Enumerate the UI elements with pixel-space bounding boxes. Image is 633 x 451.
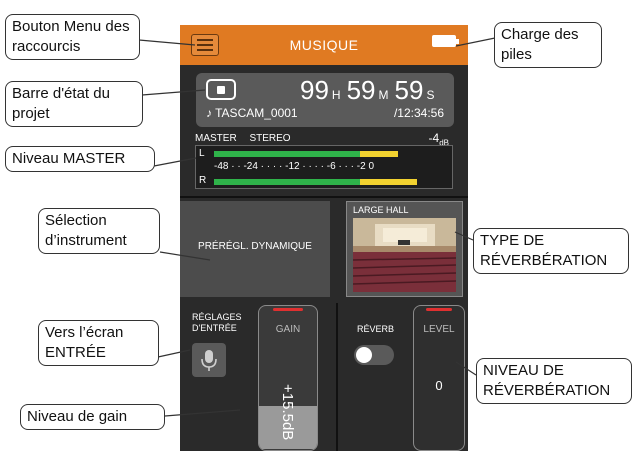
master-level-value: -4 — [428, 131, 440, 145]
reverb-type-button[interactable]: LARGE HALL — [346, 201, 463, 297]
meter-scale: -48 · · -24 · · · · -12 · · · · -6 · · ·… — [214, 161, 375, 172]
channel-l-label: L — [199, 148, 205, 159]
callout-master-level: Niveau MASTER — [5, 146, 155, 172]
project-name: ♪ TASCAM_0001 — [206, 106, 298, 120]
concert-hall-image — [353, 218, 456, 292]
callout-input-screen: Vers l’écran ENTRÉE — [38, 320, 159, 366]
callout-menu-button: Bouton Menu des raccourcis — [5, 14, 140, 60]
meter-segment — [214, 179, 361, 185]
project-status-bar[interactable]: 99 H 59 M 59 S ♪ TASCAM_0001 /12:34:56 — [196, 73, 454, 127]
microphone-icon[interactable] — [192, 343, 226, 377]
reverb-level-fader[interactable]: LEVEL 0 — [413, 305, 465, 451]
gain-fader[interactable]: GAIN +15.5dB — [258, 305, 318, 451]
stereo-label: STEREO — [249, 133, 291, 144]
minutes-value: 59 — [346, 75, 376, 105]
device-screen: MUSIQUE 99 H 59 M 59 S ♪ TASCAM_0001 /12:34:5… — [180, 25, 468, 451]
meter-segment — [360, 179, 417, 185]
seconds-value: 59 — [394, 75, 424, 105]
callout-gain-level: Niveau de gain — [20, 404, 165, 430]
instrument-preset-button[interactable]: PRÉRÉGL. DYNAMIQUE — [180, 201, 330, 297]
level-label: LEVEL — [423, 324, 455, 335]
input-settings-label: RÉGLAGES D'ENTRÉE — [192, 312, 242, 333]
battery-terminal — [456, 39, 459, 44]
master-label: MASTER — [195, 133, 237, 144]
screen-header: MUSIQUE — [180, 25, 468, 65]
channel-r-label: R — [199, 175, 207, 186]
callout-battery: Charge des piles — [494, 22, 602, 68]
meter-segment — [360, 151, 399, 157]
gain-label: GAIN — [275, 324, 301, 335]
callout-status-bar: Barre d'état du projet — [5, 81, 143, 127]
callout-reverb-level: NIVEAU DE RÉVERBÉRATION — [476, 358, 632, 404]
seconds-unit: S — [426, 88, 435, 102]
callout-instrument: Sélection d’instrument — [38, 208, 160, 254]
section-divider — [180, 196, 468, 198]
hours-unit: H — [331, 88, 341, 102]
meter-segment — [214, 151, 361, 157]
stop-icon[interactable] — [206, 79, 236, 100]
hours-value: 99 — [300, 75, 329, 105]
master-level-meter: L R -48 · · -24 · · · · -12 · · · · -6 ·… — [195, 145, 453, 189]
level-indicator — [426, 308, 452, 311]
preset-label: PRÉRÉGL. DYNAMIQUE — [198, 241, 312, 252]
reverb-toggle[interactable] — [354, 345, 394, 365]
toggle-knob — [356, 347, 372, 363]
gain-indicator — [273, 308, 303, 311]
bottom-section-divider — [336, 303, 338, 451]
gain-value: +15.5dB — [279, 384, 296, 441]
total-time: /12:34:56 — [393, 106, 444, 120]
reverb-type-label: LARGE HALL — [353, 205, 409, 215]
minutes-unit: M — [378, 88, 389, 102]
callout-reverb-type: TYPE DE RÉVERBÉRATION — [473, 228, 629, 274]
screen-title: MUSIQUE — [289, 37, 359, 53]
reverb-toggle-label: RÉVERB — [357, 324, 395, 334]
level-value: 0 — [435, 378, 443, 393]
time-counter: 99 H 59 M 59 S — [300, 77, 434, 104]
battery-full-icon — [432, 35, 456, 47]
